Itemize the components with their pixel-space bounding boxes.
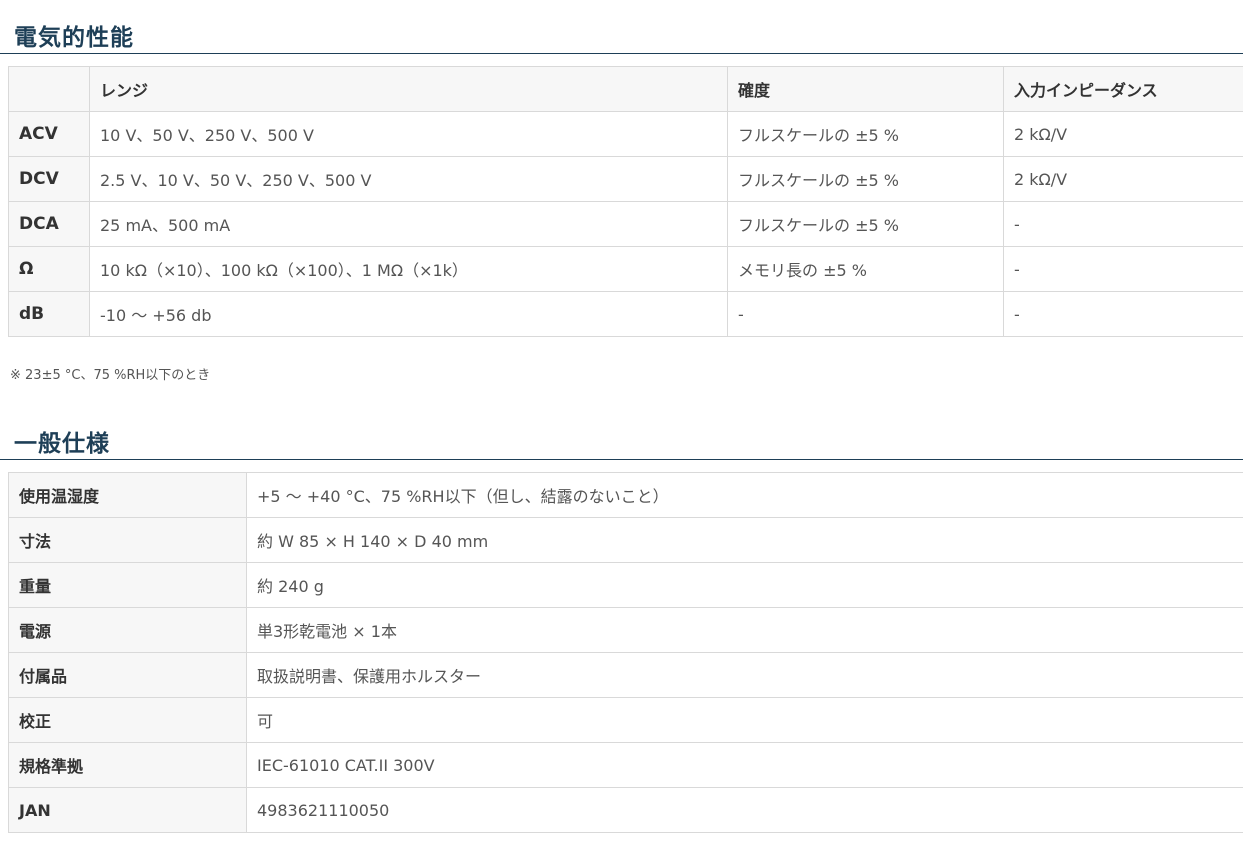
table-row: 規格準拠 IEC-61010 CAT.II 300V (8, 742, 1243, 788)
table-row: JAN 4983621110050 (8, 787, 1243, 833)
spec-value: 取扱説明書、保護用ホルスター (246, 652, 1243, 698)
general-section-title: 一般仕様 (14, 431, 110, 457)
header-accuracy: 確度 (727, 66, 1004, 112)
table-row: DCA 25 mA、500 mA フルスケールの ±5 % - (8, 201, 1243, 247)
impedance-cell: - (1003, 201, 1243, 247)
accuracy-cell: フルスケールの ±5 % (727, 111, 1004, 157)
accuracy-cell: フルスケールの ±5 % (727, 201, 1004, 247)
range-cell: -10 〜 +56 db (89, 291, 728, 337)
spec-label: 付属品 (8, 652, 247, 698)
spec-label: 電源 (8, 607, 247, 653)
accuracy-cell: メモリ長の ±5 % (727, 246, 1004, 292)
impedance-cell: - (1003, 291, 1243, 337)
range-cell: 10 V、50 V、250 V、500 V (89, 111, 728, 157)
spec-label: 規格準拠 (8, 742, 247, 788)
table-row: 寸法 約 W 85 × H 140 × D 40 mm (8, 517, 1243, 563)
table-row: DCV 2.5 V、10 V、50 V、250 V、500 V フルスケールの … (8, 156, 1243, 202)
table-row: 付属品 取扱説明書、保護用ホルスター (8, 652, 1243, 698)
range-cell: 10 kΩ（×10）、100 kΩ（×100）、1 MΩ（×1k） (89, 246, 728, 292)
spec-value: 可 (246, 697, 1243, 743)
spec-label: 重量 (8, 562, 247, 608)
table-row: 校正 可 (8, 697, 1243, 743)
range-cell: 25 mA、500 mA (89, 201, 728, 247)
header-impedance: 入力インピーダンス (1003, 66, 1243, 112)
spec-label: 寸法 (8, 517, 247, 563)
spec-value: 約 W 85 × H 140 × D 40 mm (246, 517, 1243, 563)
electrical-spec-table: レンジ 確度 入力インピーダンス ACV 10 V、50 V、250 V、500… (8, 66, 1243, 337)
impedance-cell: 2 kΩ/V (1003, 111, 1243, 157)
accuracy-cell: - (727, 291, 1004, 337)
spec-value: +5 〜 +40 °C、75 %RH以下（但し、結露のないこと） (246, 472, 1243, 518)
header-range: レンジ (89, 66, 728, 112)
table-header-row: レンジ 確度 入力インピーダンス (8, 66, 1243, 112)
general-section-header: 一般仕様 (0, 424, 1243, 460)
electrical-section-header: 電気的性能 (0, 18, 1243, 54)
electrical-section-title: 電気的性能 (14, 25, 134, 51)
spec-value: 約 240 g (246, 562, 1243, 608)
general-spec-table: 使用温湿度 +5 〜 +40 °C、75 %RH以下（但し、結露のないこと） 寸… (8, 472, 1243, 833)
impedance-cell: - (1003, 246, 1243, 292)
spec-label: 校正 (8, 697, 247, 743)
table-row: ACV 10 V、50 V、250 V、500 V フルスケールの ±5 % 2… (8, 111, 1243, 157)
table-row: Ω 10 kΩ（×10）、100 kΩ（×100）、1 MΩ（×1k） メモリ長… (8, 246, 1243, 292)
row-label: ACV (8, 111, 90, 157)
spec-value: IEC-61010 CAT.II 300V (246, 742, 1243, 788)
table-row: 使用温湿度 +5 〜 +40 °C、75 %RH以下（但し、結露のないこと） (8, 472, 1243, 518)
spec-value: 4983621110050 (246, 787, 1243, 833)
footnote: ※ 23±5 °C、75 %RH以下のとき (10, 368, 211, 383)
impedance-cell: 2 kΩ/V (1003, 156, 1243, 202)
table-row: 電源 単3形乾電池 × 1本 (8, 607, 1243, 653)
spec-value: 単3形乾電池 × 1本 (246, 607, 1243, 653)
row-label: Ω (8, 246, 90, 292)
spec-label: 使用温湿度 (8, 472, 247, 518)
table-row: dB -10 〜 +56 db - - (8, 291, 1243, 337)
accuracy-cell: フルスケールの ±5 % (727, 156, 1004, 202)
row-label: DCA (8, 201, 90, 247)
row-label: DCV (8, 156, 90, 202)
table-row: 重量 約 240 g (8, 562, 1243, 608)
row-label: dB (8, 291, 90, 337)
spec-label: JAN (8, 787, 247, 833)
header-empty (8, 66, 90, 112)
range-cell: 2.5 V、10 V、50 V、250 V、500 V (89, 156, 728, 202)
